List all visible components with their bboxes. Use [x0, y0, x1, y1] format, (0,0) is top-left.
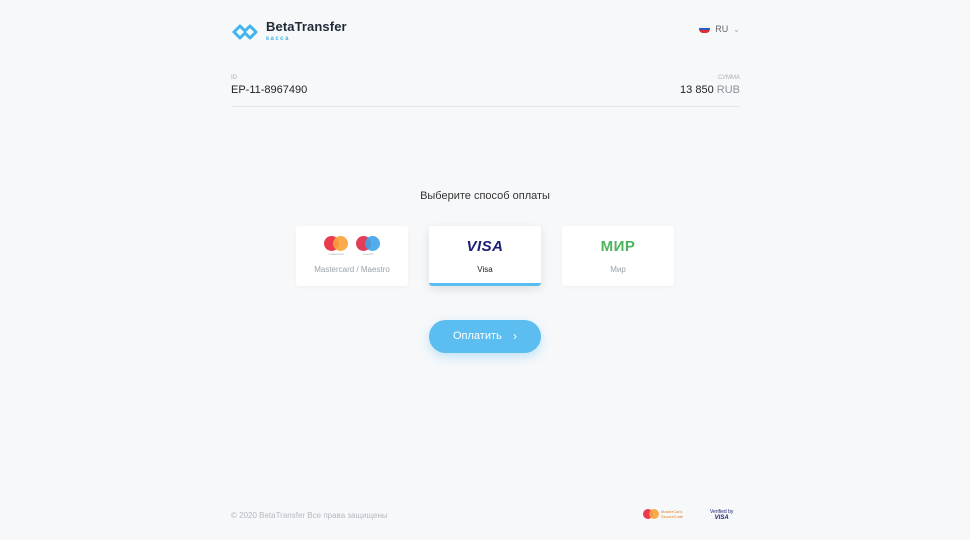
language-selector[interactable]: RU ⌄	[699, 24, 740, 34]
mir-logo-text: МИР	[600, 237, 636, 255]
brand-logo[interactable]: BetaTransfer касса	[231, 20, 347, 43]
payment-method-label: Visa	[477, 265, 493, 274]
maestro-caption: maestro	[362, 252, 374, 256]
order-id-value: EP-11-8967490	[231, 84, 308, 96]
payment-method-title: Выберите способ оплаты	[420, 190, 550, 202]
payment-method-label: Мир	[610, 265, 626, 274]
mir-icon: МИР	[562, 237, 674, 255]
amount-number: 13 850	[680, 84, 714, 96]
mastercard-caption: mastercard	[328, 252, 344, 256]
brand-name: BetaTransfer	[266, 19, 347, 34]
brand-subtitle: касса	[266, 36, 290, 42]
verified-by-visa-badge: Verified by VISA	[710, 509, 733, 522]
visa-icon: VISA	[429, 237, 541, 255]
amount-currency: RUB	[716, 84, 740, 96]
infinity-chain-icon	[232, 24, 258, 39]
order-amount-label: СУММА	[718, 75, 740, 81]
payment-method-mir[interactable]: МИР Мир	[562, 226, 674, 286]
securecode-line2: SecureCode	[661, 514, 684, 519]
order-id: ID EP-11-8967490	[231, 74, 307, 97]
chevron-right-icon: ›	[513, 329, 517, 343]
order-id-label: ID	[231, 75, 237, 81]
pay-button-label: Оплатить	[453, 330, 502, 342]
payment-method-label: Mastercard / Maestro	[314, 265, 390, 274]
header: BetaTransfer касса RU ⌄	[231, 18, 740, 46]
payment-method-mastercard[interactable]: mastercard maestro Mastercard / Maestro	[296, 226, 408, 286]
mastercard-securecode-badge: MasterCard. SecureCode	[643, 509, 683, 519]
visa-logo-text: VISA	[466, 237, 504, 255]
pay-button[interactable]: Оплатить ›	[429, 320, 541, 353]
order-info: ID EP-11-8967490 СУММА 13 850 RUB	[231, 74, 740, 107]
order-amount: СУММА 13 850 RUB	[680, 74, 740, 97]
payment-method-visa[interactable]: VISA Visa	[429, 226, 541, 286]
chevron-down-icon: ⌄	[733, 24, 740, 34]
mastercard-maestro-icon: mastercard maestro	[296, 236, 408, 256]
order-amount-value: 13 850 RUB	[680, 83, 740, 97]
verified-by-line2: VISA	[714, 515, 729, 521]
russia-flag-icon	[699, 25, 711, 33]
language-code: RU	[715, 24, 729, 34]
footer-copyright: © 2020 BetaTransfer Все права защищены	[231, 511, 388, 520]
